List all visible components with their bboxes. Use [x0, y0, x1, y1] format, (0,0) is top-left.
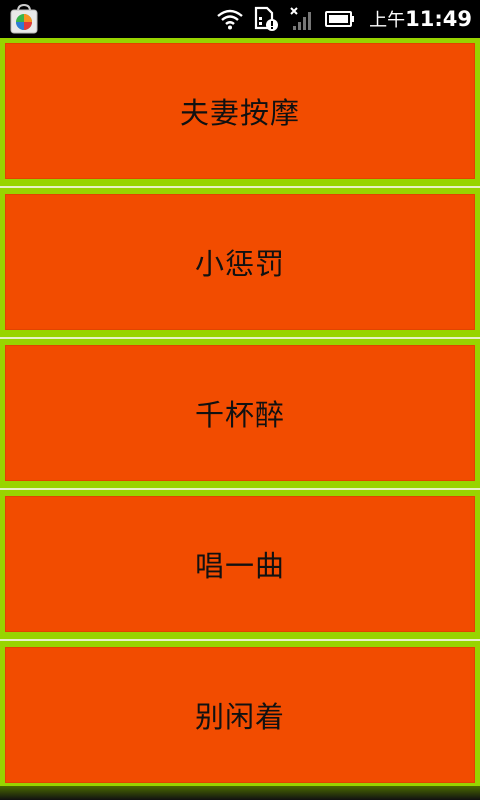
divider — [0, 639, 480, 641]
bottom-edge — [0, 786, 480, 800]
sd-card-warning-icon — [253, 6, 279, 32]
menu-item-panel[interactable]: 夫妻按摩 — [5, 43, 475, 179]
wifi-icon — [217, 8, 243, 30]
menu-item-small-punishment[interactable]: 小惩罚 — [0, 189, 480, 339]
menu-list: 夫妻按摩 小惩罚 千杯醉 唱一曲 别闲着 — [0, 38, 480, 792]
status-clock: 上午 11:49 — [369, 6, 472, 32]
menu-item-thousand-cups[interactable]: 千杯醉 — [0, 340, 480, 490]
divider — [0, 186, 480, 188]
status-icons: 上午 11:49 — [207, 0, 472, 38]
menu-item-panel[interactable]: 千杯醉 — [5, 345, 475, 481]
divider — [0, 488, 480, 490]
clock-ampm: 上午 — [369, 10, 406, 31]
no-signal-icon — [289, 6, 315, 32]
menu-item-label: 别闲着 — [194, 700, 285, 734]
menu-item-label: 小惩罚 — [194, 247, 285, 281]
menu-item-dont-idle[interactable]: 别闲着 — [0, 642, 480, 792]
divider — [0, 337, 480, 339]
menu-item-panel[interactable]: 唱一曲 — [5, 496, 475, 632]
menu-item-label: 夫妻按摩 — [179, 96, 300, 130]
app-screen: 上午 11:49 夫妻按摩 小惩罚 千杯醉 唱一曲 别闲着 — [0, 0, 480, 800]
clock-time: 11:49 — [405, 7, 472, 31]
menu-item-couple-massage[interactable]: 夫妻按摩 — [0, 38, 480, 188]
menu-item-panel[interactable]: 小惩罚 — [5, 194, 475, 330]
status-bar: 上午 11:49 — [0, 0, 480, 38]
menu-item-panel[interactable]: 别闲着 — [5, 647, 475, 783]
menu-item-label: 唱一曲 — [194, 549, 285, 583]
battery-icon — [325, 10, 355, 28]
app-store-icon[interactable] — [8, 3, 40, 34]
menu-item-sing-a-song[interactable]: 唱一曲 — [0, 491, 480, 641]
menu-item-label: 千杯醉 — [194, 398, 285, 432]
